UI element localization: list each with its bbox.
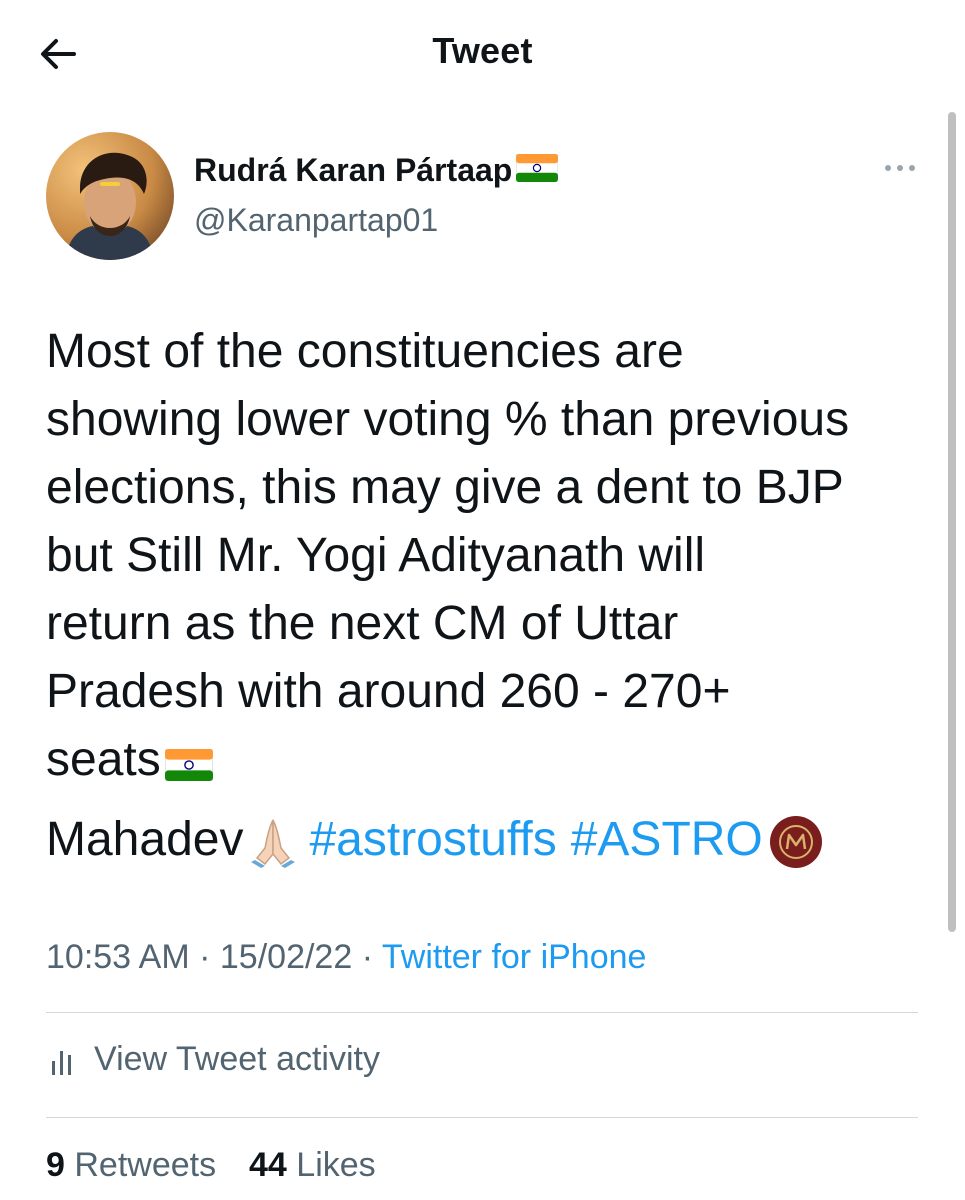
tweet-line-last: seats [46, 726, 926, 796]
view-activity-label: View Tweet activity [94, 1040, 380, 1078]
view-activity-button[interactable]: View Tweet activity [46, 1040, 380, 1079]
tweet-line: elections, this may give a dent to BJP [46, 461, 844, 514]
avatar[interactable] [46, 132, 174, 260]
tweet-line: showing lower voting % than previous [46, 393, 850, 446]
more-horizontal-icon[interactable] [880, 158, 920, 178]
tweet-stats: 9 Retweets 44 Likes [46, 1146, 376, 1185]
divider [46, 1012, 918, 1013]
author-handle[interactable]: @Karanpartap01 [194, 202, 438, 239]
likes-count: 44 [249, 1146, 287, 1184]
tweet-meta: 10:53 AM · 15/02/22 · Twitter for iPhone [46, 938, 646, 977]
author-name[interactable]: Rudrá Karan Pártaap [194, 152, 512, 189]
india-flag-icon [512, 153, 559, 187]
hashtag-link[interactable]: #ASTRO [571, 806, 763, 874]
tweet-time: 10:53 AM [46, 938, 190, 976]
author-name-row: Rudrá Karan Pártaap [194, 152, 559, 189]
meta-separator: · [199, 938, 211, 976]
hashtag-link[interactable]: #astrostuffs [309, 806, 556, 874]
divider [46, 1117, 918, 1118]
likes-stat[interactable]: 44 Likes [249, 1146, 376, 1184]
india-flag-icon [161, 728, 214, 796]
bar-chart-icon [46, 1040, 94, 1079]
tweet-source-link[interactable]: Twitter for iPhone [382, 938, 647, 976]
scrollbar[interactable] [948, 112, 956, 932]
page-title: Tweet [432, 30, 533, 71]
tweet-author: Rudrá Karan Pártaap @Karanpartap01 [46, 130, 926, 270]
meta-separator: · [361, 938, 374, 976]
retweets-stat[interactable]: 9 Retweets [46, 1146, 216, 1184]
tweet-line: but Still Mr. Yogi Adityanath will [46, 529, 706, 582]
top-bar: Tweet [0, 0, 965, 110]
astro-hashflag-icon [763, 806, 823, 874]
folded-hands-icon [243, 806, 309, 874]
retweets-label: Retweets [74, 1146, 217, 1184]
likes-label: Likes [296, 1146, 376, 1184]
tweet-signoff-line: Mahadev #astrostuffs #ASTRO [46, 806, 823, 874]
tweet-line: return as the next CM of Uttar [46, 597, 679, 650]
tweet-line: Most of the constituencies are [46, 325, 684, 378]
tweet-text: Most of the constituencies are showing l… [46, 318, 926, 796]
tweet-line: Pradesh with around 260 - 270+ [46, 665, 731, 718]
tweet-line: seats [46, 733, 161, 786]
retweets-count: 9 [46, 1146, 65, 1184]
tweet-date: 15/02/22 [219, 938, 353, 976]
signoff-text: Mahadev [46, 813, 244, 866]
